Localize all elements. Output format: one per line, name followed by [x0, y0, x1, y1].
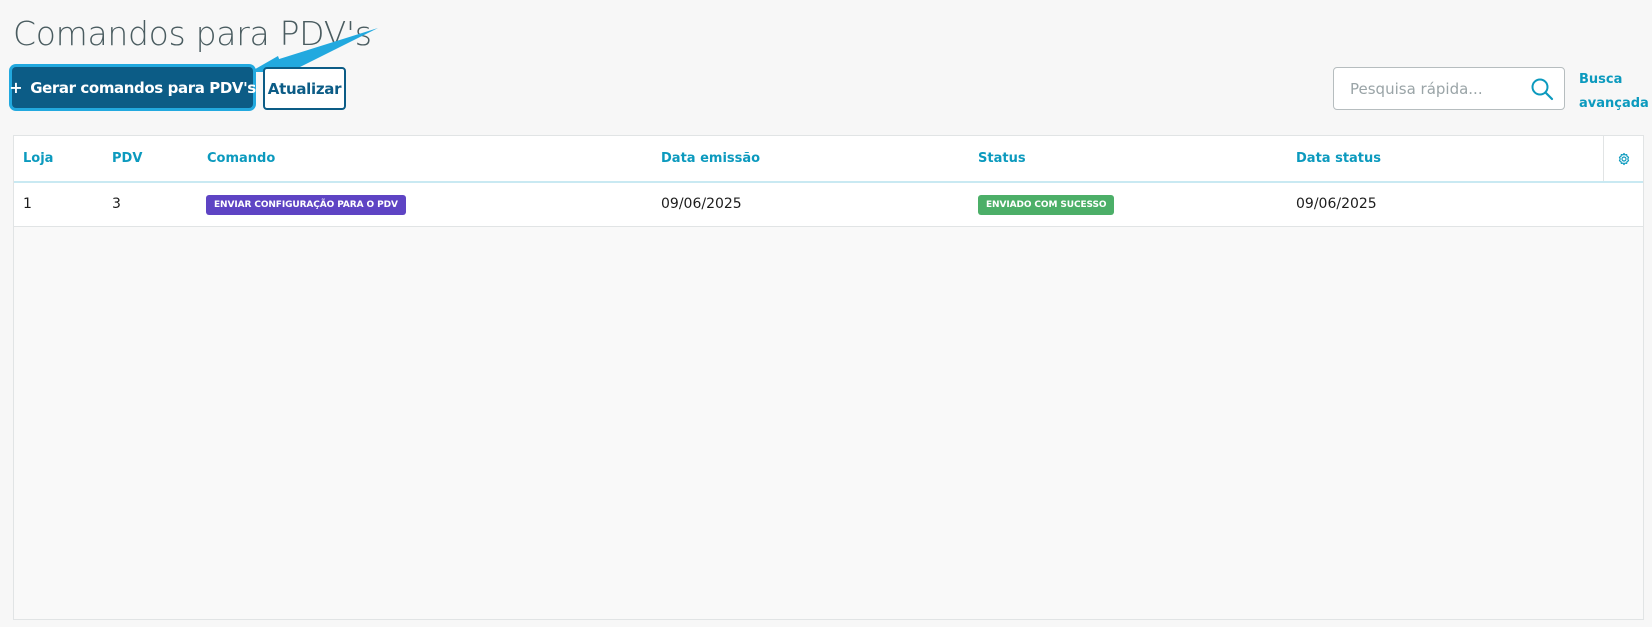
generate-commands-label: Gerar comandos para PDV's [30, 78, 256, 97]
gear-icon [1618, 152, 1629, 165]
advanced-search-link[interactable]: Busca avançada [1579, 68, 1649, 116]
column-header-status[interactable]: Status [978, 136, 1026, 181]
table-row[interactable]: 1 3 ENVIAR CONFIGURAÇÃO PARA O PDV 09/06… [14, 183, 1643, 227]
cell-data-emissao: 09/06/2025 [661, 196, 742, 212]
table-settings-button[interactable] [1603, 136, 1643, 181]
quick-search-input[interactable] [1348, 68, 1522, 109]
table-header: Loja PDV Comando Data emissão Status Dat… [14, 136, 1643, 183]
quick-search-box [1333, 67, 1565, 110]
column-header-data-emissao[interactable]: Data emissão [661, 136, 760, 181]
column-header-data-status[interactable]: Data status [1296, 136, 1381, 181]
generate-commands-button[interactable]: + Gerar comandos para PDV's [9, 67, 256, 108]
command-tag: ENVIAR CONFIGURAÇÃO PARA O PDV [206, 195, 406, 215]
commands-table: Loja PDV Comando Data emissão Status Dat… [13, 135, 1644, 620]
column-header-comando[interactable]: Comando [207, 136, 275, 181]
column-header-loja[interactable]: Loja [23, 136, 53, 181]
refresh-button[interactable]: Atualizar [263, 67, 346, 110]
refresh-label: Atualizar [267, 79, 342, 98]
cell-loja: 1 [23, 196, 32, 212]
cell-data-status: 09/06/2025 [1296, 196, 1377, 212]
cell-pdv: 3 [112, 196, 121, 212]
search-icon[interactable] [1530, 77, 1554, 101]
plus-icon: + [9, 78, 23, 97]
column-header-pdv[interactable]: PDV [112, 136, 142, 181]
status-badge: ENVIADO COM SUCESSO [978, 195, 1115, 215]
